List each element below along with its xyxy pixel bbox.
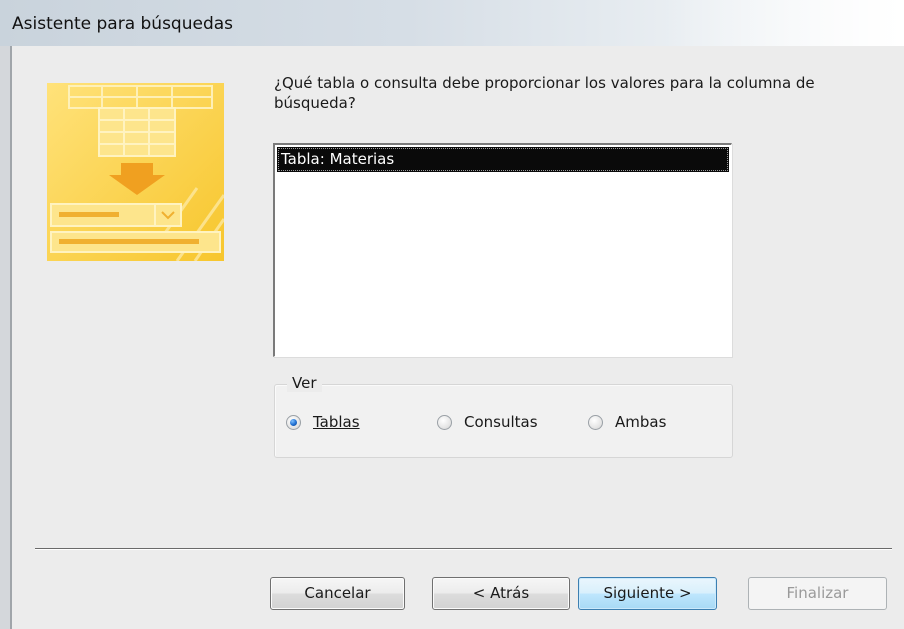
prompt-line-1: ¿Qué tabla o consulta debe proporcionar … [274,74,815,92]
source-listbox[interactable]: Tabla: Materias [273,143,732,357]
window-left-edge [10,46,12,629]
view-group: Ver Tablas Consultas Ambas [274,374,733,458]
radio-ambas-label: Ambas [615,413,667,431]
view-group-label: Ver [287,374,322,392]
title-bar-fade [664,0,904,46]
window-title: Asistente para búsquedas [12,14,234,34]
radio-unchecked-icon[interactable] [437,414,452,430]
next-button[interactable]: Siguiente > [578,577,717,610]
radio-tablas[interactable]: Tablas [286,411,360,433]
radio-consultas[interactable]: Consultas [437,411,538,433]
radio-unchecked-icon[interactable] [588,414,603,430]
radio-tablas-label-text: Tablas [313,413,360,431]
prompt-line-2: búsqueda? [274,94,356,112]
cancel-button[interactable]: Cancelar [270,577,405,610]
list-item-tabla-materias[interactable]: Tabla: Materias [277,147,729,172]
back-button[interactable]: < Atrás [432,577,570,610]
finish-button[interactable]: Finalizar [748,577,887,610]
radio-checked-icon[interactable] [286,414,301,430]
radio-consultas-label: Consultas [464,413,538,431]
lookup-wizard-graphic [47,83,224,261]
table-icon [98,107,176,157]
radio-tablas-label: Tablas [313,413,360,431]
wizard-prompt: ¿Qué tabla o consulta debe proporcionar … [274,73,894,113]
radio-ambas[interactable]: Ambas [588,411,666,433]
title-bar: Asistente para búsquedas [0,0,904,46]
button-separator [35,548,892,550]
